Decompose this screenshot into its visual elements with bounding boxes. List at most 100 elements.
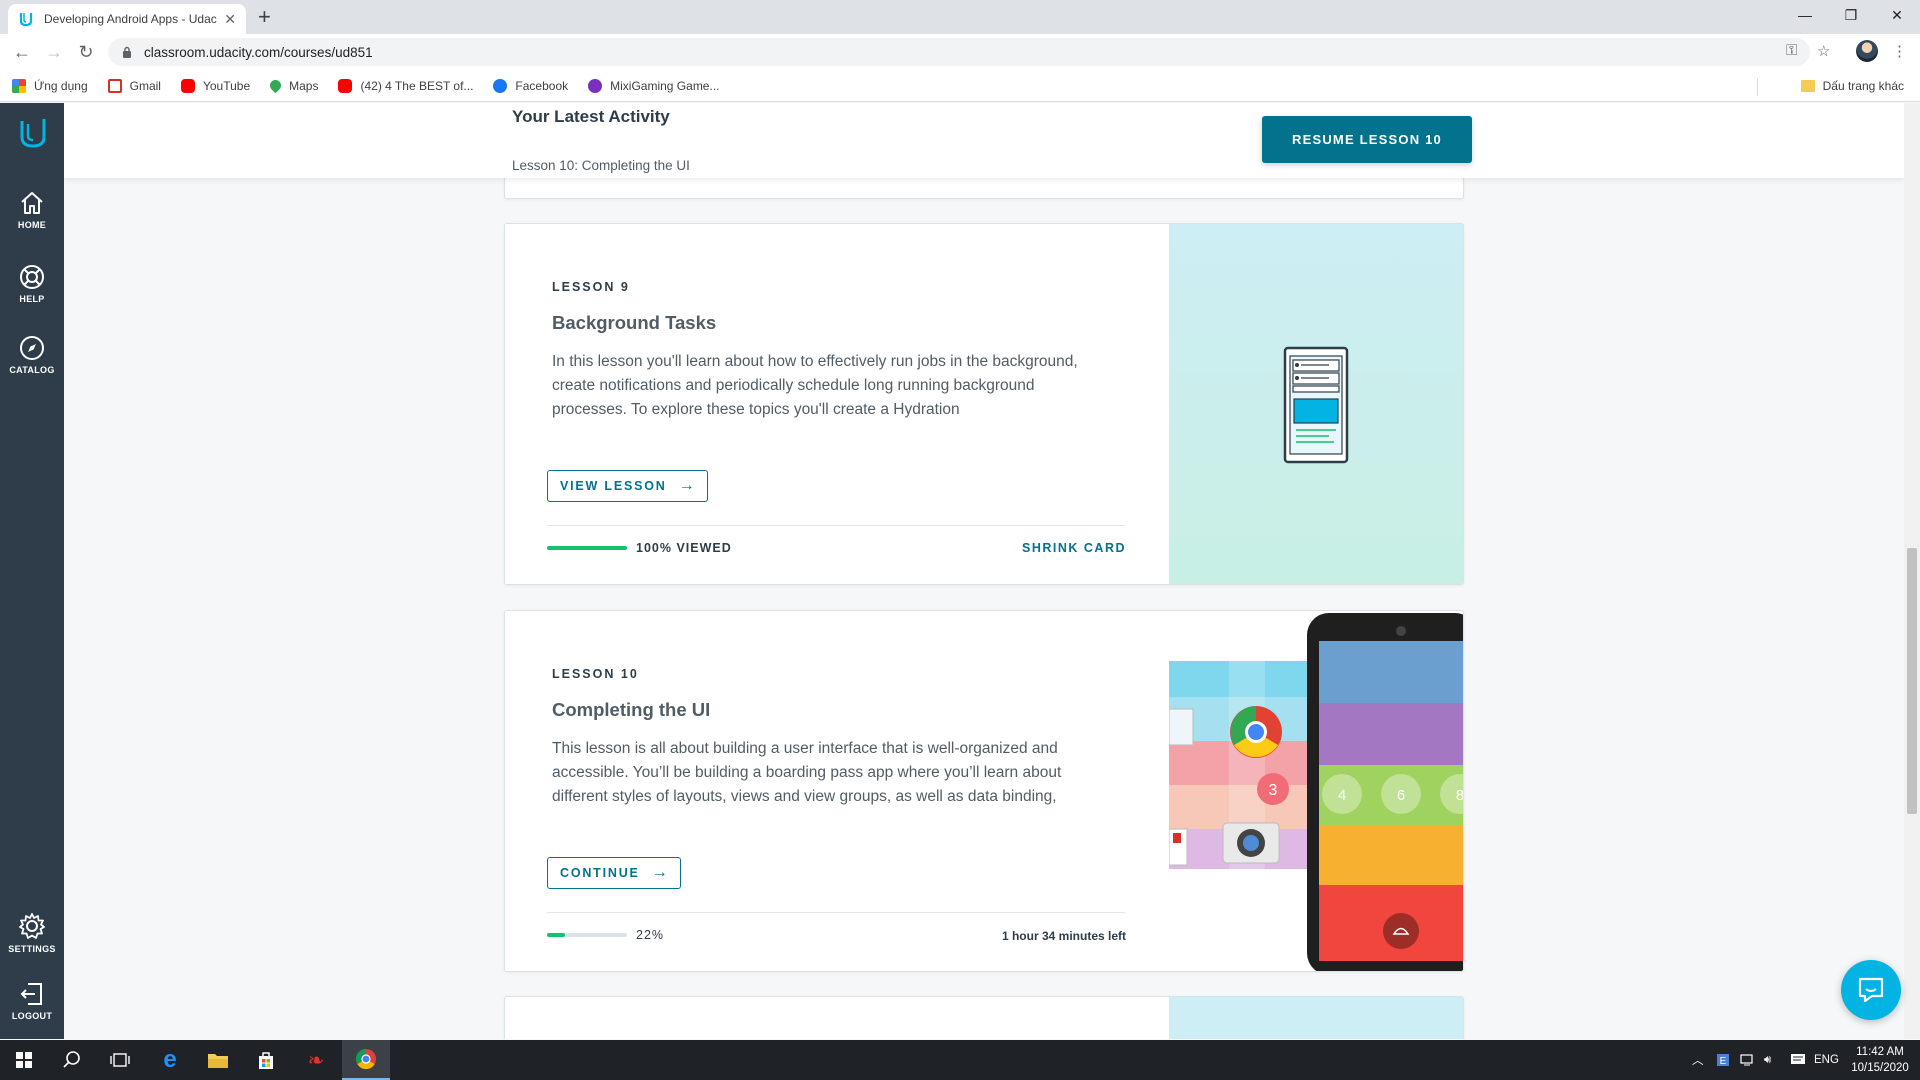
windows-start-icon[interactable] [0,1040,48,1080]
close-window-icon[interactable]: ✕ [1874,0,1920,30]
forward-icon[interactable]: → [42,40,66,64]
lesson-card: LESSON 10 Completing the UI This lesson … [504,610,1464,972]
menu-dots-icon[interactable]: ⋮ [1892,42,1907,60]
youtube-icon [180,78,195,93]
youtube-icon [338,78,353,93]
bookmark-gmail[interactable]: Gmail [107,78,161,93]
clock-date: 10/15/2020 [1851,1062,1909,1074]
udacity-favicon-icon [19,13,33,27]
scrollbar-thumb[interactable] [1907,548,1917,814]
game-launcher-icon[interactable]: ❧ [292,1040,340,1080]
android-phone-illustration: 3 4 6 8 [1168,613,1464,971]
address-bar[interactable]: classroom.udacity.com/courses/ud851 [108,38,1810,66]
sidebar-item-settings[interactable]: SETTINGS [0,911,64,954]
lesson-illustration [1169,224,1463,584]
sidebar: HOME HELP CATALOG SETTINGS LOGOUT [0,103,64,1039]
profile-avatar[interactable] [1856,40,1878,62]
shrink-card-link[interactable]: SHRINK CARD [1022,541,1126,555]
course-content: Your Latest Activity Lesson 10: Completi… [64,103,1904,1039]
view-lesson-button[interactable]: VIEW LESSON → [547,470,708,502]
resume-lesson-button[interactable]: RESUME LESSON 10 [1262,116,1472,163]
input-language[interactable]: ENG [1814,1040,1839,1080]
folder-icon [1800,80,1815,92]
sidebar-item-label: SETTINGS [8,944,56,954]
search-icon[interactable] [48,1040,96,1080]
close-tab-icon[interactable]: ✕ [224,11,236,28]
lesson-illustration [1169,997,1463,1039]
minimize-icon[interactable]: — [1782,0,1828,30]
tab-title: Developing Android Apps - Udac [44,12,217,26]
lesson-illustration: 3 4 6 8 [1168,611,1464,971]
phone-badge: 8 [1456,787,1464,804]
continue-button[interactable]: CONTINUE → [547,857,681,889]
compass-icon [20,336,44,360]
sidebar-item-help[interactable]: HELP [0,263,64,304]
lifebuoy-icon [20,265,44,289]
latest-activity-lesson[interactable]: Lesson 10: Completing the UI [512,158,690,173]
system-clock[interactable]: 11:42 AM 10/15/2020 [1850,1044,1910,1076]
browser-titlebar: Developing Android Apps - Udac ✕ + — ❐ ✕ [0,0,1920,34]
volume-icon[interactable]: 🔊︎ [1764,1040,1771,1080]
chat-support-button[interactable] [1841,960,1901,1020]
progress-label: 100% VIEWED [636,541,732,555]
clock-time: 11:42 AM [1856,1046,1904,1058]
bookmark-youtube[interactable]: YouTube [180,78,250,93]
sidebar-item-label: CATALOG [9,365,55,375]
lesson-description: This lesson is all about building a user… [552,740,1062,805]
network-icon[interactable] [1740,1040,1756,1080]
sidebar-item-logout[interactable]: LOGOUT [0,980,64,1021]
browser-tab[interactable]: Developing Android Apps - Udac ✕ [8,4,246,34]
lesson-card-body: LESSON 10 Completing the UI This lesson … [505,611,1169,971]
task-view-icon[interactable] [96,1040,144,1080]
bookmark-apps[interactable]: Ứng dụng [12,78,88,93]
sidebar-item-label: HOME [17,220,47,230]
other-bookmarks[interactable]: Dấu trang khác [1800,70,1904,102]
latest-activity-bar: Your Latest Activity Lesson 10: Completi… [64,103,1904,178]
notification-message-icon[interactable] [1790,1040,1806,1080]
bookmark-star-icon[interactable]: ☆ [1817,42,1830,60]
bookmark-maps[interactable]: Maps [267,77,318,94]
udacity-logo-icon[interactable] [19,117,47,149]
card-divider [547,525,1125,526]
reload-icon[interactable]: ↻ [74,40,98,64]
bookmark-mixigaming[interactable]: MixiGaming Game... [588,78,719,93]
sidebar-item-catalog[interactable]: CATALOG [0,334,64,375]
back-icon[interactable]: ← [10,40,34,64]
chrome-taskbar-icon[interactable] [342,1040,390,1080]
facebook-icon [493,78,508,93]
lesson-progress-bar [547,933,627,937]
lesson-title[interactable]: Background Tasks [552,312,716,334]
lesson-number: LESSON 10 [552,667,639,681]
arrow-right-icon: → [651,864,668,881]
logout-icon [20,983,42,1005]
sidebar-item-label: HELP [19,294,45,304]
time-remaining: 1 hour 34 minutes left [1001,929,1126,943]
bookmarks-bar: Ứng dụng Gmail YouTube Maps (42) 4 The B… [0,70,1920,102]
progress-fill [547,933,565,937]
restore-icon[interactable]: ❐ [1828,0,1874,30]
maps-pin-icon [267,77,284,94]
key-icon[interactable]: ⚿ [1786,42,1797,59]
lesson-card-body: LESSON 9 Background Tasks In this lesson… [505,224,1169,584]
sidebar-item-label: LOGOUT [11,1011,53,1021]
lesson-progress-bar [547,546,627,550]
phone-badge: 4 [1338,787,1346,804]
lesson-title[interactable]: Completing the UI [552,699,710,721]
url-text: classroom.udacity.com/courses/ud851 [144,44,373,60]
show-hidden-icons[interactable]: ︿ [1692,1040,1704,1080]
tray-app-icon[interactable]: E [1716,1040,1730,1080]
sidebar-item-home[interactable]: HOME [0,189,64,230]
gear-icon [19,913,45,939]
bookmark-facebook[interactable]: Facebook [493,78,568,93]
lock-icon [123,46,131,58]
edge-browser-icon[interactable]: e [146,1040,194,1080]
bookmark-youtube-video[interactable]: (42) 4 The BEST of... [338,78,473,93]
microsoft-store-icon[interactable] [242,1040,290,1080]
bookmarks-divider [1757,78,1758,96]
arrow-right-icon: → [678,477,695,494]
lesson-card-next [504,996,1464,1039]
new-tab-icon[interactable]: + [258,6,271,28]
progress-fill [547,546,627,550]
windows-taskbar: e ❧ ︿ E 🔊︎ ENG 11:42 AM 10/15/2020 [0,1040,1920,1080]
file-explorer-icon[interactable] [194,1040,242,1080]
